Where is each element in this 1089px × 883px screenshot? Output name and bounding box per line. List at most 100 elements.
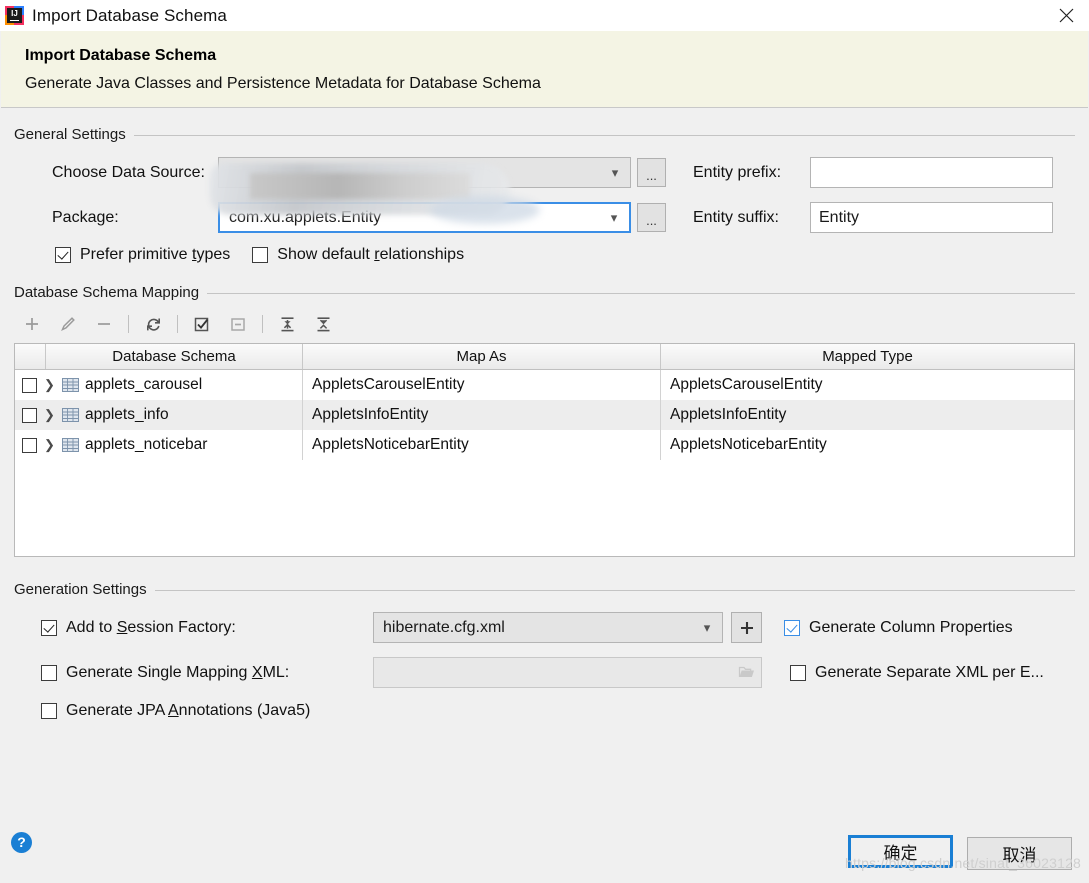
banner-title: Import Database Schema [25, 47, 217, 64]
checkbox-box [55, 247, 71, 263]
entity-suffix-label: Entity suffix: [693, 208, 779, 226]
select-all-icon[interactable] [184, 309, 220, 339]
table-header-select [15, 344, 46, 369]
package-label: Package: [52, 208, 119, 226]
checkbox-box [41, 619, 57, 636]
help-icon[interactable]: ? [11, 832, 32, 853]
show-default-relationships-checkbox[interactable]: Show default relationships [252, 246, 464, 264]
row-map-as: AppletsInfoEntity [312, 406, 429, 423]
add-to-session-factory-label: Add to Session Factory: [66, 618, 236, 636]
generate-column-properties-label: Generate Column Properties [809, 618, 1013, 636]
session-factory-file-combo[interactable]: hibernate.cfg.xml ▾ [373, 612, 723, 643]
table-row[interactable]: ❯ applets_noticebar AppletsNoticebarEnti… [15, 430, 1074, 460]
row-mapped-type: AppletsCarouselEntity [670, 376, 823, 393]
toolbar-divider [262, 315, 263, 333]
collapse-all-icon[interactable] [305, 309, 341, 339]
add-to-session-factory-checkbox[interactable]: Add to Session Factory: [41, 619, 373, 637]
folder-icon[interactable] [735, 665, 757, 681]
window-titlebar: IJ Import Database Schema [0, 0, 1089, 31]
plus-icon [740, 621, 753, 634]
single-mapping-path-input[interactable] [373, 657, 762, 688]
refresh-icon[interactable] [135, 309, 171, 339]
table-header-mapped-type[interactable]: Mapped Type [661, 344, 1074, 369]
package-browse-button[interactable]: ... [637, 203, 666, 232]
cancel-button[interactable]: 取消 [967, 837, 1072, 870]
database-table-icon [62, 438, 79, 452]
package-value: com.xu.applets.Entity [229, 208, 382, 226]
table-row[interactable]: ❯ applets_carousel AppletsCarouselEntity… [15, 370, 1074, 400]
generate-jpa-annotations-checkbox[interactable]: Generate JPA Annotations (Java5) [41, 702, 310, 720]
data-source-label: Choose Data Source: [52, 163, 205, 181]
row-mapped-type: AppletsInfoEntity [670, 406, 787, 423]
prefer-primitive-types-checkbox[interactable]: Prefer primitive types [55, 246, 230, 264]
row-checkbox[interactable] [22, 377, 37, 393]
table-header-database-schema[interactable]: Database Schema [46, 344, 303, 369]
generation-settings-group: Generation Settings Add to Session Facto… [14, 581, 1075, 720]
chevron-right-icon[interactable]: ❯ [43, 437, 56, 453]
dialog-footer: ? 确定 取消 [0, 825, 1089, 883]
entity-prefix-label: Entity prefix: [693, 163, 782, 181]
checkbox-box [252, 247, 269, 263]
ok-button[interactable]: 确定 [848, 835, 953, 868]
dialog-banner: Import Database Schema Generate Java Cla… [1, 31, 1088, 108]
database-table-icon [62, 378, 79, 392]
package-combo[interactable]: com.xu.applets.Entity ▾ [218, 202, 631, 233]
chevron-down-icon: ▾ [703, 620, 711, 635]
generate-separate-xml-label: Generate Separate XML per E... [815, 663, 1044, 681]
expand-all-icon[interactable] [269, 309, 305, 339]
checkbox-box [790, 664, 806, 681]
window-title: Import Database Schema [32, 5, 227, 25]
schema-mapping-table[interactable]: Database Schema Map As Mapped Type ❯ app… [14, 343, 1075, 557]
toolbar-divider [128, 315, 129, 333]
table-header-row: Database Schema Map As Mapped Type [15, 344, 1074, 370]
generate-single-mapping-xml-label: Generate Single Mapping XML: [66, 663, 290, 681]
data-source-browse-button[interactable]: ... [637, 158, 666, 187]
edit-pencil-icon[interactable] [50, 309, 86, 339]
row-schema-name: applets_noticebar [85, 436, 208, 453]
row-checkbox[interactable] [22, 407, 37, 423]
group-divider [133, 135, 1075, 136]
checkbox-box [41, 703, 57, 719]
generation-settings-title: Generation Settings [14, 581, 147, 598]
row-checkbox[interactable] [22, 437, 37, 453]
database-table-icon [62, 408, 79, 422]
add-config-button[interactable] [731, 612, 762, 643]
generate-jpa-annotations-label: Generate JPA Annotations (Java5) [66, 702, 311, 719]
checkbox-box [784, 619, 800, 636]
intellij-idea-icon: IJ [5, 6, 24, 25]
deselect-all-icon[interactable] [220, 309, 256, 339]
entity-prefix-input[interactable] [810, 157, 1053, 188]
row-schema-name: applets_info [85, 406, 169, 423]
schema-mapping-group: Database Schema Mapping Database Schema … [14, 284, 1075, 557]
chevron-right-icon[interactable]: ❯ [43, 377, 56, 393]
prefer-primitive-types-label: Prefer primitive types [80, 246, 231, 263]
entity-suffix-input[interactable]: Entity [810, 202, 1053, 233]
row-schema-name: applets_carousel [85, 376, 203, 393]
group-divider [207, 293, 1075, 294]
table-header-map-as[interactable]: Map As [303, 344, 661, 369]
general-settings-title: General Settings [14, 126, 126, 143]
checkbox-box [41, 664, 57, 681]
chevron-down-icon: ▾ [611, 165, 619, 180]
remove-icon[interactable] [86, 309, 122, 339]
toolbar-divider [177, 315, 178, 333]
schema-mapping-toolbar [14, 307, 1075, 341]
generate-single-mapping-xml-checkbox[interactable]: Generate Single Mapping XML: [41, 664, 373, 682]
general-settings-group: General Settings Choose Data Source: ▾ .… [14, 126, 1075, 264]
row-map-as: AppletsCarouselEntity [312, 376, 465, 393]
row-map-as: AppletsNoticebarEntity [312, 436, 469, 453]
chevron-right-icon[interactable]: ❯ [43, 407, 56, 423]
banner-subtitle: Generate Java Classes and Persistence Me… [25, 75, 541, 92]
generate-separate-xml-checkbox[interactable]: Generate Separate XML per E... [790, 664, 1044, 682]
schema-mapping-title: Database Schema Mapping [14, 284, 200, 301]
generate-column-properties-checkbox[interactable]: Generate Column Properties [784, 619, 1013, 637]
session-factory-file-value: hibernate.cfg.xml [383, 618, 505, 636]
table-row[interactable]: ❯ applets_info AppletsInfoEntity Applets… [15, 400, 1074, 430]
data-source-combo[interactable]: ▾ [218, 157, 631, 188]
add-icon[interactable] [14, 309, 50, 339]
show-default-relationships-label: Show default relationships [277, 246, 465, 263]
chevron-down-icon: ▾ [610, 210, 618, 225]
group-divider [154, 590, 1075, 591]
close-icon[interactable] [1043, 0, 1089, 31]
row-mapped-type: AppletsNoticebarEntity [670, 436, 827, 453]
